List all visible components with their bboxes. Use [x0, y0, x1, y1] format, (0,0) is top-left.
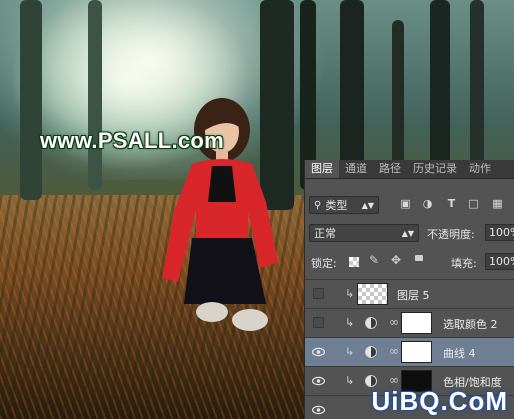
chain-link-icon[interactable]: ∞	[389, 344, 399, 358]
filter-pixel-icon[interactable]: ▣	[399, 197, 412, 210]
tree-trunk	[392, 20, 404, 180]
layer-thumbnail	[357, 283, 388, 305]
lock-icon[interactable]	[415, 255, 423, 261]
tab-layers[interactable]: 图层	[305, 160, 339, 178]
tree-trunk	[88, 0, 102, 190]
tab-actions[interactable]: 动作	[463, 160, 497, 178]
tree-trunk	[20, 0, 42, 200]
tree-trunk	[340, 0, 364, 180]
filter-adjustment-icon[interactable]: ◑	[421, 197, 434, 210]
layer-row[interactable]: ↳ ∞ 选取颜色 2	[305, 308, 514, 337]
blend-mode-value: 正常	[314, 227, 336, 240]
layer-row[interactable]: ↳ 图层 5	[305, 279, 514, 308]
layers-panel: 图层 通道 路径 历史记录 动作 ⚲ 类型 ▲▼ ▣ ◑ T □ ▦ 正常 ▲▼…	[304, 160, 514, 419]
watermark-text: www.PSALL.com	[40, 128, 224, 153]
tab-paths[interactable]: 路径	[373, 160, 407, 178]
layer-filter-label: 类型	[325, 199, 348, 212]
tab-channels[interactable]: 通道	[339, 160, 373, 178]
layer-name: 选取颜色 2	[443, 318, 498, 331]
site-logo-watermark: UiBQ.CoM	[371, 386, 508, 416]
chevron-updown-icon: ▲▼	[401, 228, 414, 238]
move-icon[interactable]: ✥	[391, 253, 401, 267]
clipping-arrow-icon: ↳	[345, 374, 355, 387]
tree-trunk	[470, 0, 484, 170]
filter-shape-icon[interactable]: □	[467, 197, 480, 210]
search-icon: ⚲	[314, 199, 322, 211]
adjustment-layer-icon	[365, 317, 377, 329]
eye-icon[interactable]	[312, 375, 325, 387]
filter-type-icon[interactable]: T	[445, 197, 458, 210]
eye-icon[interactable]	[312, 346, 325, 358]
blend-mode-select[interactable]: 正常 ▲▼	[309, 224, 419, 242]
chain-link-icon[interactable]: ∞	[389, 373, 399, 387]
opacity-input[interactable]: 100%	[485, 224, 514, 241]
layer-row-selected[interactable]: ↳ ∞ 曲线 4	[305, 337, 514, 366]
fill-label: 填充:	[451, 257, 477, 270]
lock-label: 锁定:	[311, 257, 337, 270]
tree-trunk	[430, 0, 450, 175]
layer-mask-thumbnail	[401, 341, 432, 363]
chain-link-icon[interactable]: ∞	[389, 315, 399, 329]
layer-name: 图层 5	[397, 289, 430, 302]
visibility-toggle-off[interactable]	[313, 317, 324, 328]
chevron-updown-icon: ▲▼	[361, 200, 374, 210]
layer-filter-select[interactable]: ⚲ 类型 ▲▼	[309, 196, 379, 214]
layer-name: 曲线 4	[443, 347, 476, 360]
visibility-toggle-off[interactable]	[313, 288, 324, 299]
filter-smart-object-icon[interactable]: ▦	[491, 197, 504, 210]
clipping-arrow-icon: ↳	[345, 287, 355, 300]
clipping-arrow-icon: ↳	[345, 345, 355, 358]
opacity-label: 不透明度:	[427, 228, 475, 241]
tab-history[interactable]: 历史记录	[407, 160, 463, 178]
brush-icon[interactable]: ✎	[369, 253, 379, 267]
clipping-arrow-icon: ↳	[345, 316, 355, 329]
checkerboard-lock-icon[interactable]	[349, 257, 359, 267]
adjustment-layer-icon	[365, 346, 377, 358]
layer-mask-thumbnail	[401, 312, 432, 334]
fill-input[interactable]: 100%	[485, 253, 514, 270]
eye-icon[interactable]	[312, 404, 325, 416]
panel-tabs: 图层 通道 路径 历史记录 动作	[305, 160, 514, 179]
